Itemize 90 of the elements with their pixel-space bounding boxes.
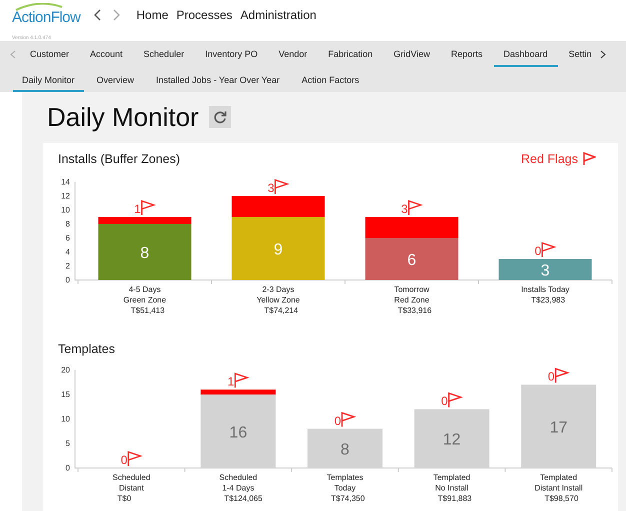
axis-tick-label: 6: [66, 234, 70, 242]
category-label: Tomorrow: [394, 285, 430, 294]
refresh-icon: [212, 110, 227, 124]
flag-icon: [542, 242, 556, 257]
flags-legend: Red Flags: [521, 152, 578, 166]
axis-tick-label: 20: [61, 366, 70, 374]
category-label: Distant: [118, 484, 144, 492]
nav-link[interactable]: Processes: [176, 8, 232, 22]
category-label: 1-4 Days: [222, 484, 254, 492]
amount-label: T$74,214: [264, 306, 298, 315]
bar-value-label: 8: [140, 245, 150, 262]
flag-icon: [554, 368, 570, 383]
category-label: Templated: [540, 473, 578, 482]
bar-value-label: 12: [442, 432, 461, 449]
nav-tab[interactable]: Inventory PO: [195, 41, 268, 67]
nav-tab[interactable]: Reports: [441, 41, 493, 67]
category-label: 2-3 Days: [262, 285, 294, 294]
sub-tab[interactable]: Installed Jobs - Year Over Year: [147, 67, 289, 92]
axis-tick-label: 5: [66, 439, 70, 448]
nav-link[interactable]: Home: [136, 8, 168, 22]
axis-tick-label: 2: [66, 262, 70, 270]
page-title: Daily Monitor: [47, 102, 199, 132]
flag-icon: [141, 200, 156, 215]
bar-value-label: 9: [274, 242, 283, 258]
nav-tab[interactable]: Customer: [20, 41, 80, 67]
bar-value-label: 6: [407, 252, 416, 269]
flag-count: 0: [120, 453, 128, 467]
category-label: Templated: [433, 473, 470, 482]
axis-tick-label: 15: [61, 390, 70, 399]
sub-tab[interactable]: Action Factors: [292, 67, 368, 92]
app-logo: ActionFlow: [12, 4, 80, 26]
category-label: Today: [334, 484, 356, 492]
nav-tab[interactable]: Settin: [558, 41, 596, 67]
axis-tick-label: 0: [66, 464, 70, 472]
nav-tab[interactable]: GridView: [384, 41, 440, 67]
flag-count: 0: [534, 244, 542, 258]
bar-value-label: 3: [540, 262, 550, 280]
axis-tick-label: 4: [66, 248, 70, 256]
amount-label: T$91,883: [438, 494, 472, 503]
flag-count: 0: [548, 370, 555, 384]
amount-label: T$33,916: [398, 306, 432, 315]
nav-tab[interactable]: Scheduler: [134, 41, 194, 67]
flag-icon: [408, 200, 423, 215]
amount-label: T$98,570: [544, 494, 578, 503]
category-label: No Install: [435, 484, 468, 492]
category-label: Templates: [326, 473, 364, 482]
chart-title: Templates: [58, 342, 115, 356]
refresh-button[interactable]: [208, 106, 231, 128]
nav-tab[interactable]: Vendor: [268, 41, 318, 67]
nav-tab[interactable]: Fabrication: [318, 41, 383, 67]
axis-tick-label: 10: [61, 414, 70, 424]
bar-value-label: 16: [229, 424, 248, 442]
amount-label: T$51,413: [130, 306, 165, 315]
flag-icon: [234, 372, 250, 388]
chart-title: Installs (Buffer Zones): [58, 152, 180, 166]
category-label: Yellow Zone: [256, 296, 300, 304]
nav-link[interactable]: Administration: [240, 8, 316, 22]
axis-tick-label: 0: [66, 276, 70, 284]
flag-icon: [448, 392, 464, 408]
category-label: 4-5 Days: [128, 285, 161, 294]
axis-tick-label: 10: [61, 206, 70, 214]
bar-value-label: 8: [340, 441, 350, 458]
category-label: Distant Install: [534, 484, 583, 492]
amount-label: T$124,065: [224, 494, 262, 503]
flag-count: 0: [441, 394, 448, 408]
flag-count: 1: [134, 202, 141, 216]
flag-count: 3: [268, 181, 274, 195]
bar-value-label: 17: [550, 419, 568, 436]
category-label: Scheduled: [219, 473, 258, 482]
back-icon[interactable]: [94, 9, 102, 21]
flag-count: 1: [228, 374, 234, 389]
category-label: Scheduled: [112, 473, 150, 482]
amount-label: T$23,983: [531, 296, 566, 304]
amount-label: T$74,350: [331, 494, 365, 503]
axis-tick-label: 14: [61, 178, 70, 186]
category-label: Red Zone: [394, 296, 430, 304]
flag-icon: [582, 152, 596, 166]
flag-count: 3: [401, 202, 408, 216]
nav-tab[interactable]: Account: [80, 41, 133, 67]
flag-icon: [274, 179, 290, 194]
flag-icon: [128, 451, 143, 466]
flag-icon: [341, 412, 356, 427]
sub-tab[interactable]: Overview: [88, 67, 144, 92]
scroll-right-icon[interactable]: [600, 50, 606, 58]
category-label: Installs Today: [521, 285, 570, 294]
flag-count: 0: [334, 414, 341, 428]
axis-tick-label: 8: [66, 220, 70, 228]
amount-label: T$0: [117, 494, 132, 503]
category-label: Green Zone: [123, 296, 166, 304]
axis-tick-label: 12: [61, 192, 70, 200]
